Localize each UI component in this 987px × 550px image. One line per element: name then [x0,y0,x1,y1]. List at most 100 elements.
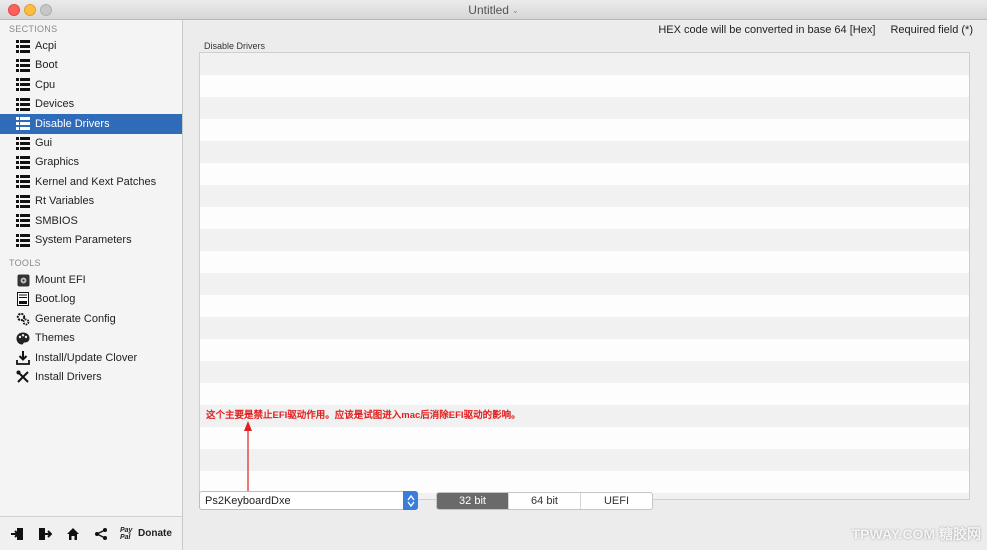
table-row[interactable] [200,229,969,251]
sections-heading: SECTIONS [9,24,58,34]
list-icon [16,175,30,189]
home-button[interactable] [62,523,84,545]
sidebar-tool-install-drivers[interactable]: Install Drivers [0,367,182,387]
sidebar-item-label: Install Drivers [35,371,102,383]
sidebar-item-acpi[interactable]: Acpi [0,36,182,56]
tools-heading: TOOLS [9,258,41,268]
sidebar-item-label: Devices [35,98,75,111]
import-icon [11,527,23,540]
list-icon [16,233,30,247]
sidebar-item-gui[interactable]: Gui [0,133,182,153]
sidebar-item-label: Install/Update Clover [35,351,138,364]
home-icon [67,527,79,540]
list-icon [16,58,30,72]
sidebar-item-label: Gui [35,137,53,149]
donate-button[interactable]: Pay Pal Donate [120,527,172,541]
main-panel: HEX code will be converted in base 64 [H… [184,20,987,550]
driver-combobox[interactable]: Ps2KeyboardDxe [199,491,418,510]
import-button[interactable] [6,523,28,545]
tools-icon [16,370,30,384]
table-row[interactable] [200,207,969,229]
table-row[interactable] [200,185,969,207]
table-row[interactable] [200,383,969,405]
document-icon [16,292,30,307]
table-row[interactable] [200,427,969,449]
share-icon [95,527,107,540]
list-icon [16,39,30,53]
sidebar-item-label: Boot.log [35,293,76,306]
export-button[interactable] [34,523,56,545]
share-button[interactable] [90,523,112,545]
up-down-arrows-icon [406,494,415,507]
table-row[interactable] [200,339,969,361]
sidebar-item-label: Generate Config [35,312,116,325]
sidebar-item-label: Disable Drivers [35,117,110,130]
sidebar-item-label: System Parameters [35,234,132,246]
sidebar-item-label: Mount EFI [35,274,86,286]
chevron-down-icon: ⌄ [511,6,519,15]
sidebar-item-label: Boot [35,59,58,72]
table-row[interactable] [200,251,969,273]
combobox-stepper[interactable] [403,491,418,510]
watermark: TPWAY.COM 糖胶网 [851,526,981,542]
sidebar-tool-install-update-clover[interactable]: Install/Update Clover [0,348,182,368]
table-row[interactable] [200,273,969,295]
download-icon [16,350,30,365]
sidebar-tool-boot-log[interactable]: Boot.log [0,289,182,309]
sidebar-tool-mount-efi[interactable]: Mount EFI [0,270,182,290]
table-row[interactable] [200,361,969,383]
table-row[interactable] [200,97,969,119]
sidebar-item-label: Themes [35,332,75,345]
driver-value: Ps2KeyboardDxe [205,494,291,507]
export-icon [39,527,52,540]
sidebar-item-disable-drivers[interactable]: Disable Drivers [0,113,182,134]
table-row[interactable] [200,119,969,141]
list-icon [16,136,30,150]
list-icon [16,214,30,228]
required-field-note: Required field (*) [890,24,973,36]
sidebar-item-boot[interactable]: Boot [0,55,182,75]
sidebar-item-kernel-and-kext-patches[interactable]: Kernel and Kext Patches [0,172,182,192]
disk-icon [16,273,30,287]
list-icon [16,97,30,111]
hex-note: HEX code will be converted in base 64 [H… [658,24,973,36]
list-icon [16,194,30,208]
annotation-note: 这个主要是禁止EFI驱动作用。应该是试图进入mac后消除EFI驱动的影响。 [206,410,521,421]
sidebar-item-system-parameters[interactable]: System Parameters [0,230,182,250]
window-title[interactable]: Untitled ⌄ [0,3,987,17]
gears-icon [16,312,30,326]
sidebar-item-devices[interactable]: Devices [0,94,182,114]
list-icon [16,155,30,169]
sidebar-item-label: Kernel and Kext Patches [35,175,157,188]
table-row[interactable] [200,53,969,75]
segment-64-bit[interactable]: 64 bit [509,493,581,509]
sidebar-item-cpu[interactable]: Cpu [0,75,182,95]
table-row[interactable] [200,75,969,97]
sidebar-item-label: Graphics [35,156,80,169]
sidebar-item-smbios[interactable]: SMBIOS [0,211,182,231]
table-row[interactable] [200,471,969,493]
table-row[interactable] [200,295,969,317]
disable-drivers-table[interactable] [199,52,970,500]
sidebar-item-graphics[interactable]: Graphics [0,152,182,172]
sidebar-item-label: SMBIOS [35,214,78,227]
table-row[interactable] [200,141,969,163]
sidebar: SECTIONS Acpi Boot Cpu Devices Disable Drive… [0,20,183,550]
table-row[interactable] [200,449,969,471]
segment-32-bit[interactable]: 32 bit [437,493,509,509]
donate-label: Donate [138,528,172,539]
sidebar-item-label: Cpu [35,78,56,91]
table-row[interactable] [200,317,969,339]
sidebar-item-label: Acpi [35,40,57,52]
sidebar-tool-themes[interactable]: Themes [0,328,182,348]
paypal-logo: Pay Pal [120,526,133,541]
list-icon [16,78,30,92]
sidebar-item-label: Rt Variables [35,195,95,208]
hex-conversion-note: HEX code will be converted in base 64 [H… [658,24,876,36]
sidebar-item-rt-variables[interactable]: Rt Variables [0,191,182,211]
sidebar-tool-generate-config[interactable]: Generate Config [0,309,182,329]
table-row[interactable] [200,163,969,185]
architecture-segmented-control: 32 bit 64 bit UEFI [436,492,653,510]
palette-icon [16,331,30,345]
segment-uefi[interactable]: UEFI [581,493,652,509]
